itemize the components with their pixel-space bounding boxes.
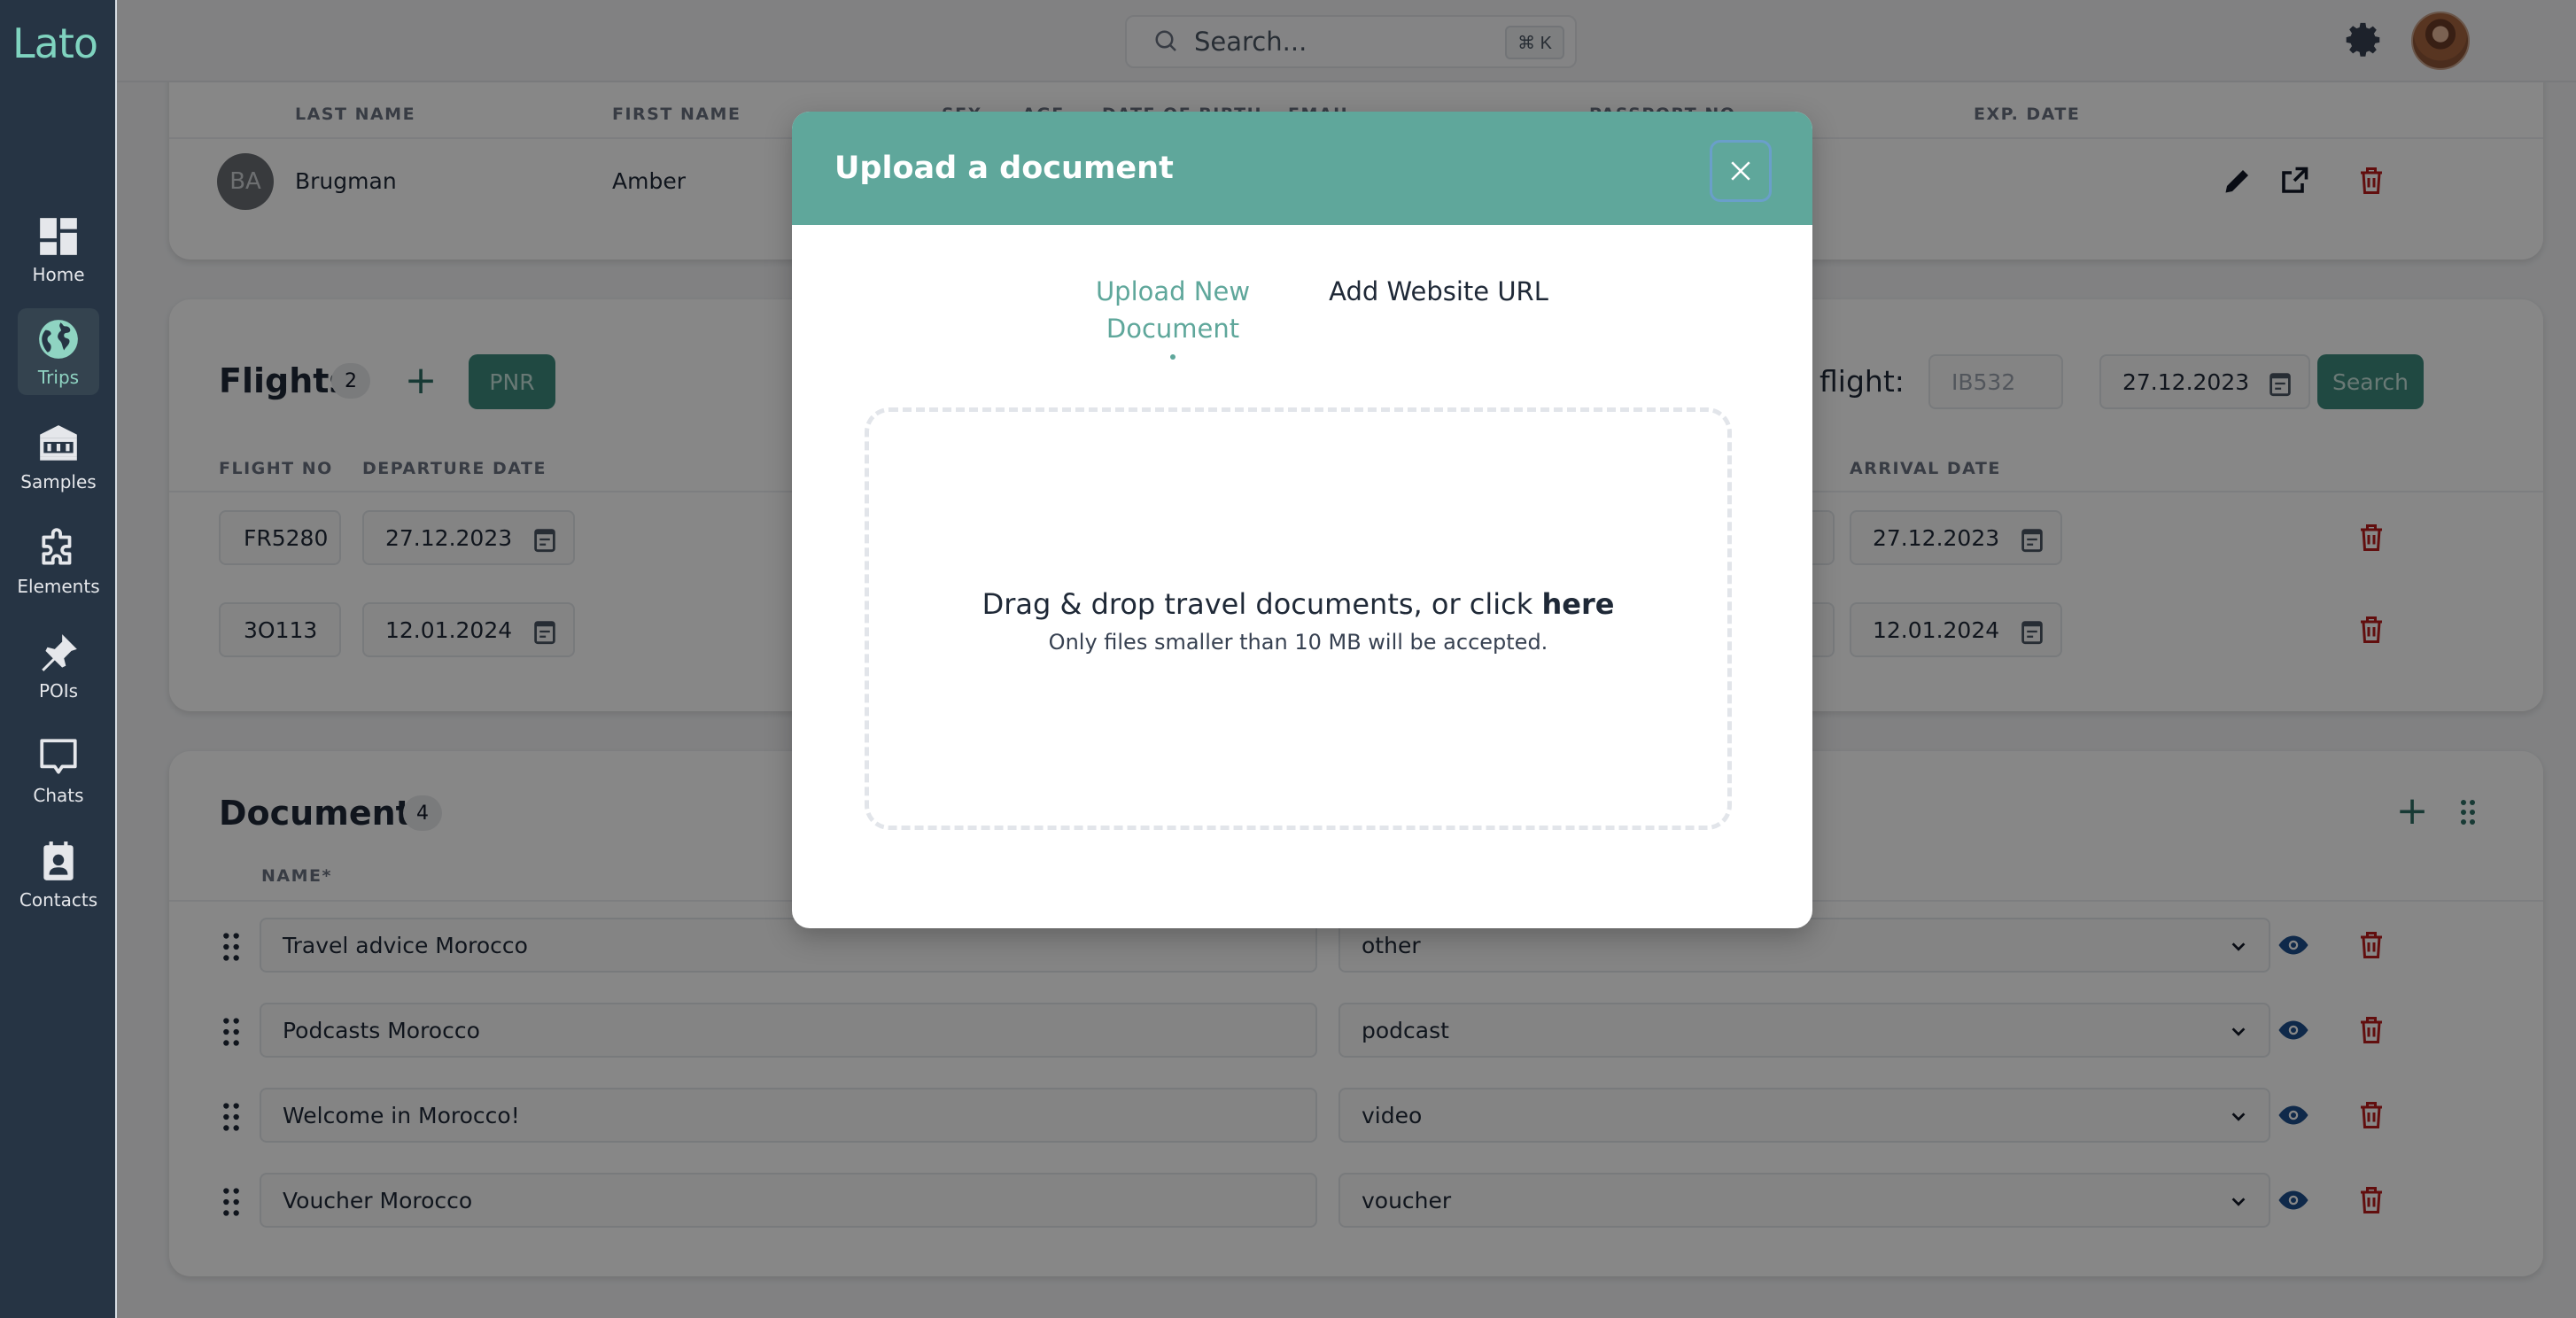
sidebar-item-elements[interactable]: Elements — [17, 517, 100, 604]
dropzone-text: Drag & drop travel documents, or click h… — [869, 587, 1727, 621]
sidebar: Lato Home Trips Samples Elements POIs Ch… — [0, 0, 117, 1318]
sidebar-item-samples[interactable]: Samples — [18, 413, 99, 500]
sidebar-item-label: Trips — [37, 367, 80, 388]
modal-header: Upload a document — [792, 112, 1812, 225]
sidebar-item-home[interactable]: Home — [18, 205, 99, 292]
sidebar-item-trips[interactable]: Trips — [18, 308, 99, 395]
tab-add-website-url[interactable]: Add Website URL — [1323, 273, 1554, 310]
chat-icon — [40, 739, 77, 774]
globe-icon — [39, 320, 78, 359]
sidebar-item-chats[interactable]: Chats — [18, 726, 99, 813]
dropzone-instruction: Drag & drop travel documents, or click — [982, 587, 1542, 621]
file-dropzone[interactable]: Drag & drop travel documents, or click h… — [865, 407, 1732, 830]
close-icon — [1731, 161, 1750, 181]
contact-card-icon — [43, 841, 74, 880]
bank-icon — [40, 425, 77, 461]
sidebar-item-label: Home — [32, 264, 85, 285]
sidebar-item-pois[interactable]: POIs — [18, 622, 99, 709]
sidebar-item-label: Chats — [33, 785, 84, 806]
app-logo[interactable]: Lato — [12, 19, 98, 67]
close-modal-button[interactable] — [1710, 140, 1772, 202]
sidebar-item-label: POIs — [38, 680, 79, 702]
sidebar-item-label: Samples — [20, 471, 97, 492]
sidebar-item-contacts[interactable]: Contacts — [18, 831, 99, 918]
dropzone-browse-link[interactable]: here — [1541, 587, 1614, 621]
sidebar-item-label: Contacts — [19, 889, 98, 911]
active-tab-indicator — [1170, 354, 1175, 360]
upload-document-modal: Upload a document Upload New Document Ad… — [792, 112, 1812, 928]
dashboard-icon — [40, 218, 77, 255]
dropzone-size-limit: Only files smaller than 10 MB will be ac… — [1048, 630, 1548, 655]
modal-title: Upload a document — [834, 151, 1174, 186]
puzzle-icon — [42, 528, 72, 565]
tab-upload-new-document[interactable]: Upload New Document — [1084, 273, 1261, 347]
sidebar-item-label: Elements — [17, 576, 100, 597]
pin-icon — [42, 634, 77, 671]
